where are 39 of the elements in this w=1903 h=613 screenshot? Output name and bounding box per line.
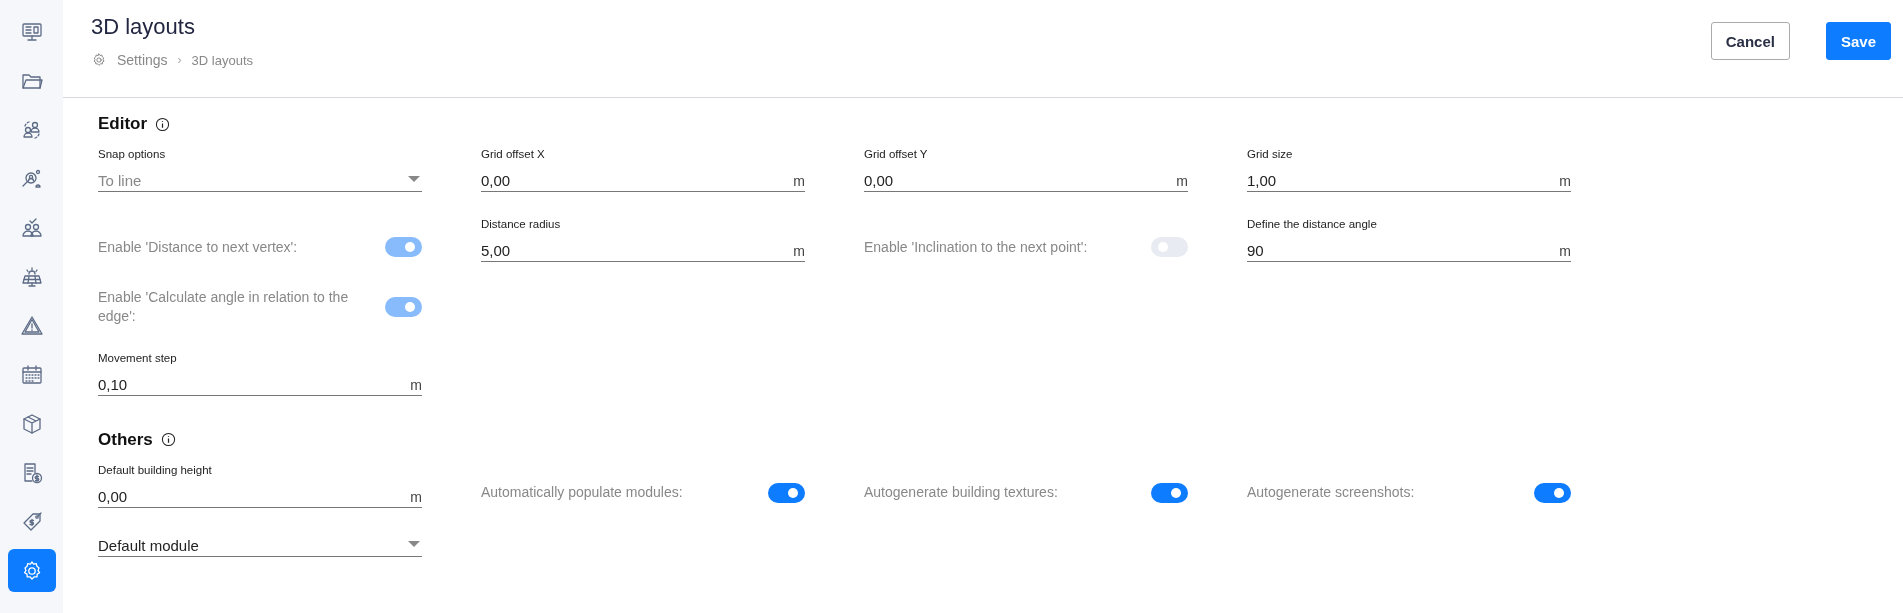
settings-icon	[91, 52, 107, 68]
field-label: Grid size	[1247, 148, 1294, 160]
toggle-switch[interactable]	[768, 482, 805, 503]
input-field[interactable]: 0,00 m	[864, 169, 1188, 192]
field-label: Grid offset Y	[864, 148, 929, 160]
toggle-label: Enable 'Calculate angle in relation to the edge':	[98, 288, 350, 326]
toggle-label: Enable 'Distance to next vertex':	[98, 237, 298, 257]
field-label: Snap options	[98, 148, 167, 160]
toggle-label: Automatically populate modules:	[481, 483, 683, 503]
page-title: 3D layouts	[91, 14, 196, 40]
section-title: Editor	[98, 114, 148, 134]
cancel-button[interactable]: Cancel	[1710, 22, 1790, 60]
info-icon[interactable]	[160, 432, 176, 448]
input-field[interactable]: 90 m	[1247, 239, 1571, 262]
section-title: Others	[98, 429, 153, 450]
save-button[interactable]: Save	[1825, 22, 1891, 60]
input-field[interactable]: 5,00 m	[481, 239, 805, 262]
toggle-label: Autogenerate building textures:	[864, 483, 1058, 503]
toggle-label: Autogenerate screenshots:	[1247, 483, 1415, 503]
field-label: Default building height	[98, 463, 213, 476]
field-label: Grid offset X	[481, 148, 546, 160]
input-field[interactable]: 0,00 m	[481, 169, 805, 192]
caret-icon	[408, 176, 420, 182]
field-label: Define the distance angle	[1247, 218, 1378, 230]
toggle-switch[interactable]	[1151, 482, 1188, 503]
breadcrumb-link[interactable]: Settings	[117, 52, 168, 68]
breadcrumb-separator: ›	[177, 53, 182, 67]
toggle-switch[interactable]	[1534, 482, 1571, 503]
breadcrumb-link[interactable]: 3D layouts	[191, 52, 253, 68]
info-icon[interactable]	[155, 116, 171, 132]
caret-icon	[408, 540, 420, 547]
input-field[interactable]: 0,10 m	[98, 372, 422, 396]
dropdown[interactable]: Default module	[98, 533, 422, 557]
input-field[interactable]: 0,00 m	[98, 484, 422, 508]
field-label: Movement step	[98, 351, 178, 364]
input-field[interactable]: 1,00 m	[1247, 169, 1571, 192]
toggle-label: Enable 'Inclination to the next point':	[864, 237, 1088, 257]
sidebar-item[interactable]	[7, 549, 56, 592]
field-label: Distance radius	[481, 218, 562, 230]
